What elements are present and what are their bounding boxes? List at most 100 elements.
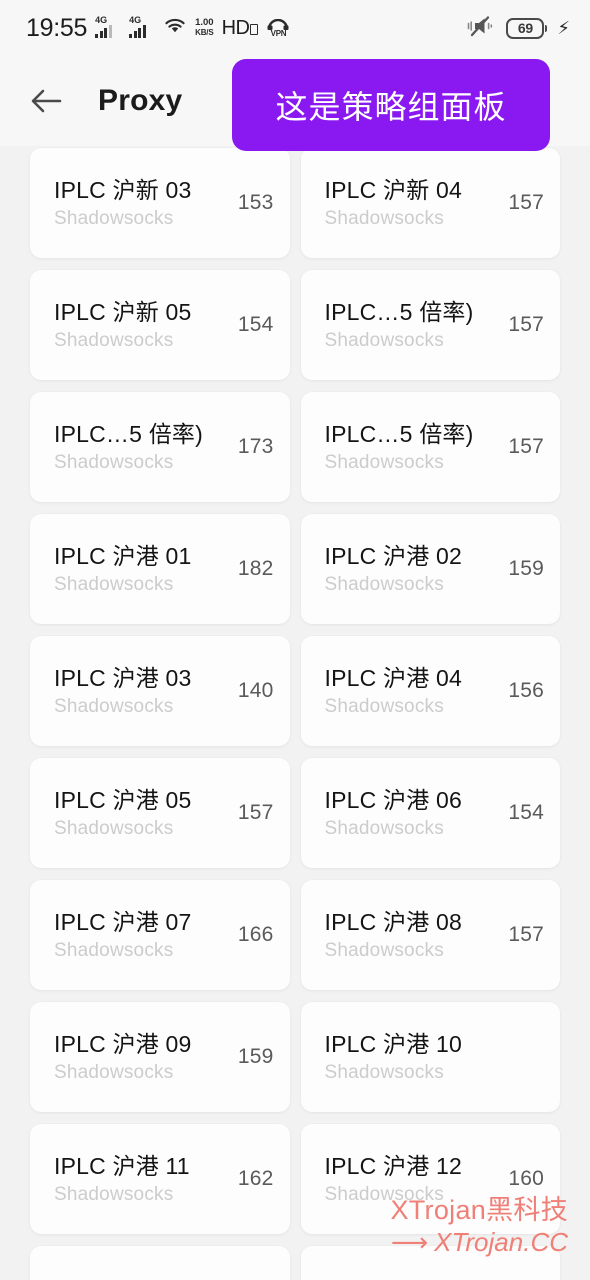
- proxy-node-latency: 157: [508, 191, 544, 214]
- proxy-node-latency: 154: [237, 313, 274, 336]
- proxy-node-info: IPLC 沪港 06 Shadowsocks: [325, 785, 501, 842]
- proxy-node-card[interactable]: IPLC 沪港 11 Shadowsocks 162: [30, 1124, 290, 1234]
- proxy-node-latency: 159: [508, 557, 544, 580]
- proxy-node-name: IPLC 沪港 09: [54, 1030, 192, 1057]
- proxy-node-name: IPLC…5 倍率): [324, 298, 474, 325]
- proxy-node-info: IPLC 沪港 08 Shadowsocks: [325, 907, 501, 964]
- proxy-node-card[interactable]: [300, 1246, 560, 1280]
- proxy-node-card[interactable]: IPLC 沪新 03 Shadowsocks 153: [30, 148, 290, 258]
- proxy-node-type: Shadowsocks: [324, 451, 444, 473]
- proxy-node-info: IPLC 沪港 02 Shadowsocks: [325, 541, 501, 598]
- proxy-node-latency: 157: [237, 801, 274, 824]
- sim-box-icon: [250, 23, 259, 35]
- proxy-node-latency: 173: [237, 435, 274, 458]
- proxy-node-latency: 154: [508, 801, 544, 824]
- proxy-node-name: IPLC…5 倍率): [324, 420, 474, 447]
- proxy-node-info: IPLC…5 倍率) Shadowsocks: [325, 297, 501, 354]
- status-bar: 19:55 4G 4G 1.00 KB/S HD VPN 69 ⚡: [0, 0, 590, 56]
- network-speed-unit: KB/S: [195, 28, 214, 37]
- proxy-node-name: IPLC 沪港 08: [324, 908, 462, 935]
- signal-sim2-icon: 4G: [129, 16, 155, 39]
- proxy-node-card[interactable]: IPLC…5 倍率) Shadowsocks 173: [30, 392, 290, 502]
- proxy-node-card[interactable]: IPLC 沪港 08 Shadowsocks 157: [300, 880, 560, 990]
- page-title: Proxy: [98, 84, 183, 117]
- callout-label: 这是策略组面板: [275, 88, 507, 126]
- proxy-node-latency: 160: [508, 1167, 544, 1190]
- proxy-node-info: IPLC 沪新 05 Shadowsocks: [54, 297, 230, 354]
- proxy-list-scroll-area[interactable]: IPLC 沪新 03 Shadowsocks 153 IPLC 沪新 04 Shadow…: [0, 146, 590, 1280]
- proxy-node-card[interactable]: IPLC 沪港 09 Shadowsocks 159: [30, 1002, 290, 1112]
- battery-indicator: 69: [506, 17, 548, 39]
- proxy-node-card[interactable]: IPLC 沪港 02 Shadowsocks 159: [300, 514, 560, 624]
- proxy-grid: IPLC 沪新 03 Shadowsocks 153 IPLC 沪新 04 Shadow…: [30, 146, 560, 1280]
- proxy-node-type: Shadowsocks: [54, 1061, 174, 1083]
- proxy-node-card[interactable]: IPLC 沪港 06 Shadowsocks 154: [300, 758, 560, 868]
- proxy-node-latency: 182: [237, 557, 274, 580]
- proxy-node-name: IPLC 沪港 05: [54, 786, 192, 813]
- network-speed-value: 1.00: [195, 17, 214, 28]
- proxy-node-name: IPLC…5 倍率): [54, 420, 203, 447]
- proxy-node-name: IPLC 沪港 12: [324, 1152, 462, 1179]
- proxy-node-type: Shadowsocks: [54, 207, 174, 229]
- proxy-node-info: IPLC…5 倍率) Shadowsocks: [325, 419, 501, 476]
- proxy-node-type: Shadowsocks: [54, 817, 174, 839]
- proxy-node-type: Shadowsocks: [324, 1061, 444, 1083]
- hd-voice-icon: HD: [222, 17, 259, 40]
- proxy-node-type: Shadowsocks: [54, 451, 174, 473]
- proxy-node-name: IPLC 沪新 04: [324, 176, 462, 203]
- proxy-node-card[interactable]: IPLC 沪港 12 Shadowsocks 160: [300, 1124, 560, 1234]
- proxy-node-latency: 157: [508, 313, 544, 336]
- proxy-node-name: IPLC 沪港 02: [324, 542, 462, 569]
- proxy-node-info: IPLC 沪新 03 Shadowsocks: [54, 175, 230, 232]
- proxy-node-card[interactable]: IPLC 沪港 04 Shadowsocks 156: [300, 636, 560, 746]
- proxy-node-card[interactable]: IPLC 沪港 07 Shadowsocks 166: [30, 880, 290, 990]
- proxy-node-card[interactable]: IPLC 沪港 10 Shadowsocks: [300, 1002, 560, 1112]
- back-arrow-icon[interactable]: [26, 81, 66, 121]
- proxy-node-card[interactable]: IPLC 沪新 04 Shadowsocks 157: [300, 148, 560, 258]
- wifi-icon: [163, 16, 187, 41]
- proxy-node-type: Shadowsocks: [324, 573, 444, 595]
- proxy-node-info: IPLC 沪港 11 Shadowsocks: [54, 1151, 230, 1208]
- status-bar-right: 69 ⚡: [466, 15, 570, 42]
- proxy-node-card[interactable]: IPLC 沪新 05 Shadowsocks 154: [30, 270, 290, 380]
- proxy-node-latency: 162: [237, 1167, 274, 1190]
- proxy-node-name: IPLC 沪港 01: [54, 542, 192, 569]
- proxy-node-latency: 157: [508, 435, 544, 458]
- proxy-node-info: IPLC 沪港 01 Shadowsocks: [54, 541, 230, 598]
- app-bar: Proxy 这是策略组面板: [0, 56, 590, 151]
- battery-nub: [545, 24, 548, 32]
- status-clock: 19:55: [26, 13, 88, 42]
- mute-icon: [466, 15, 496, 42]
- proxy-node-latency: 156: [508, 679, 544, 702]
- proxy-node-info: IPLC 沪港 07 Shadowsocks: [54, 907, 230, 964]
- proxy-node-type: Shadowsocks: [54, 573, 174, 595]
- proxy-node-info: IPLC 沪港 03 Shadowsocks: [54, 663, 230, 720]
- proxy-node-card[interactable]: IPLC…5 倍率) Shadowsocks 157: [300, 270, 560, 380]
- proxy-node-info: IPLC 沪港 09 Shadowsocks: [54, 1029, 230, 1086]
- proxy-node-card[interactable]: IPLC 沪港 01 Shadowsocks 182: [30, 514, 290, 624]
- proxy-node-card[interactable]: IPLC…5 倍率) Shadowsocks 157: [300, 392, 560, 502]
- proxy-node-card[interactable]: [30, 1246, 290, 1280]
- proxy-node-latency: 159: [237, 1045, 274, 1068]
- proxy-node-card[interactable]: IPLC 沪港 05 Shadowsocks 157: [30, 758, 290, 868]
- vpn-label: VPN: [270, 28, 287, 38]
- network-speed-indicator: 1.00 KB/S: [195, 18, 214, 38]
- callout-badge: 这是策略组面板: [232, 59, 550, 151]
- proxy-node-type: Shadowsocks: [324, 939, 444, 961]
- proxy-node-name: IPLC 沪新 05: [54, 298, 192, 325]
- proxy-node-latency: 157: [508, 923, 544, 946]
- proxy-node-type: Shadowsocks: [54, 1183, 174, 1205]
- proxy-node-info: IPLC 沪新 04 Shadowsocks: [325, 175, 501, 232]
- proxy-node-card[interactable]: IPLC 沪港 03 Shadowsocks 140: [30, 636, 290, 746]
- battery-percent: 69: [517, 20, 533, 36]
- proxy-node-info: IPLC 沪港 10 Shadowsocks: [325, 1029, 537, 1086]
- proxy-node-name: IPLC 沪港 10: [324, 1030, 462, 1057]
- proxy-node-name: IPLC 沪港 07: [54, 908, 192, 935]
- proxy-node-type: Shadowsocks: [324, 329, 444, 351]
- proxy-node-name: IPLC 沪港 04: [324, 664, 462, 691]
- proxy-node-type: Shadowsocks: [324, 817, 444, 839]
- proxy-node-type: Shadowsocks: [54, 329, 174, 351]
- proxy-node-info: IPLC 沪港 04 Shadowsocks: [325, 663, 501, 720]
- proxy-node-latency: 166: [237, 923, 274, 946]
- proxy-node-name: IPLC 沪港 06: [324, 786, 462, 813]
